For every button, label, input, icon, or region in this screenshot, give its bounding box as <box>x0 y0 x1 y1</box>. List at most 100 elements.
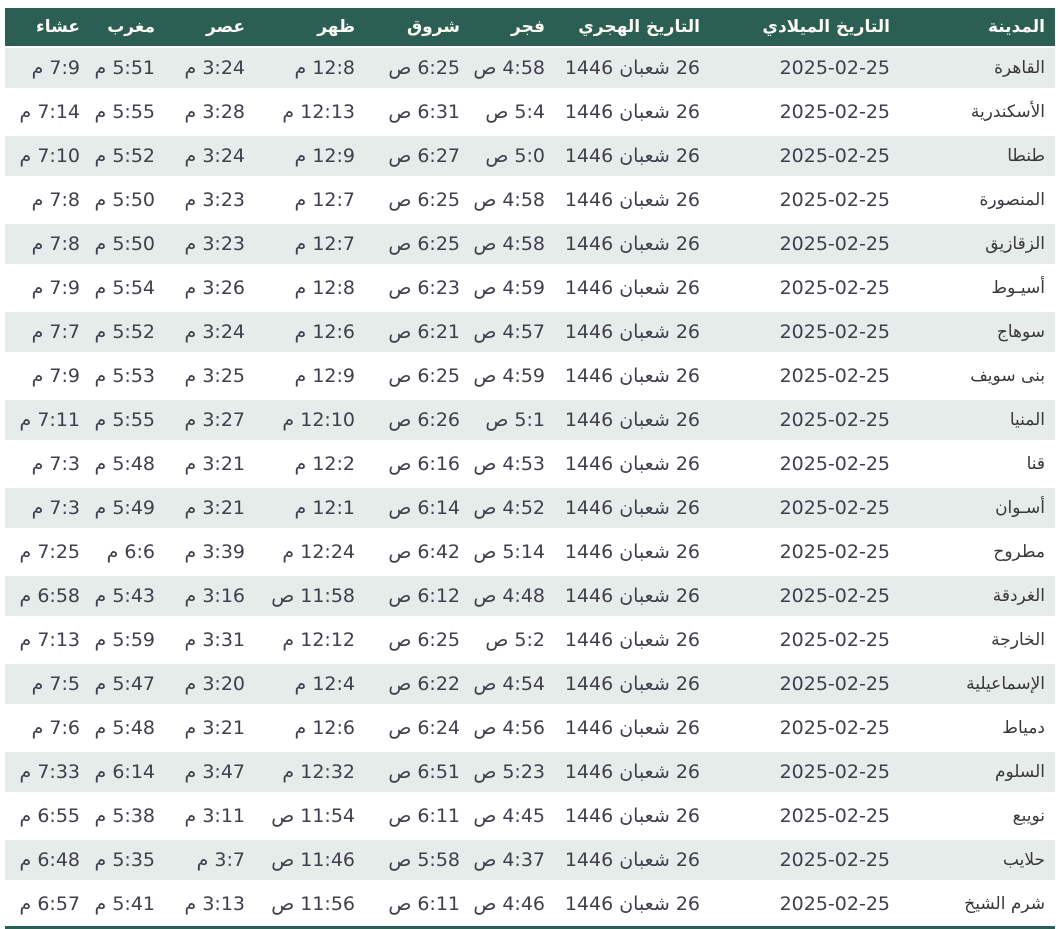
table-row: نويبع 2025-02-25 26 شعبان 1446 4:45 ص 6:11 ص… <box>5 794 1055 838</box>
cell-fajr: 5:0 ص <box>470 134 555 178</box>
cell-isha: 7:3 م <box>5 442 90 486</box>
cell-dhuhr: 12:24 م <box>255 530 365 574</box>
table-row: الأسكندرية 2025-02-25 26 شعبان 1446 5:4 ص 6:… <box>5 90 1055 134</box>
cell-dhuhr: 11:54 ص <box>255 794 365 838</box>
cell-fajr: 4:45 ص <box>470 794 555 838</box>
cell-gregorian: 2025-02-25 <box>710 134 900 178</box>
cell-dhuhr: 12:9 م <box>255 354 365 398</box>
cell-city: السلوم <box>900 750 1055 794</box>
cell-gregorian: 2025-02-25 <box>710 354 900 398</box>
cell-gregorian: 2025-02-25 <box>710 310 900 354</box>
cell-maghrib: 5:49 م <box>90 486 165 530</box>
table-row: الخارجة 2025-02-25 26 شعبان 1446 5:2 ص 6:25 … <box>5 618 1055 662</box>
cell-maghrib: 5:43 م <box>90 574 165 618</box>
cell-asr: 3:24 م <box>165 46 255 90</box>
cell-dhuhr: 12:6 م <box>255 310 365 354</box>
cell-dhuhr: 12:12 م <box>255 618 365 662</box>
header-row: المدينة التاريخ الميلادي التاريخ الهجري … <box>5 8 1055 46</box>
cell-asr: 3:21 م <box>165 486 255 530</box>
header-city: المدينة <box>900 8 1055 46</box>
cell-fajr: 4:59 ص <box>470 266 555 310</box>
header-isha: عشاء <box>5 8 90 46</box>
cell-gregorian: 2025-02-25 <box>710 794 900 838</box>
cell-isha: 6:57 م <box>5 882 90 926</box>
cell-isha: 7:9 م <box>5 354 90 398</box>
cell-city: القاهرة <box>900 46 1055 90</box>
cell-fajr: 4:59 ص <box>470 354 555 398</box>
cell-sunrise: 6:11 ص <box>365 882 470 926</box>
header-dhuhr: ظهر <box>255 8 365 46</box>
cell-maghrib: 6:14 م <box>90 750 165 794</box>
cell-isha: 7:14 م <box>5 90 90 134</box>
cell-gregorian: 2025-02-25 <box>710 178 900 222</box>
cell-maghrib: 5:50 م <box>90 222 165 266</box>
cell-fajr: 5:2 ص <box>470 618 555 662</box>
table-row: حلايب 2025-02-25 26 شعبان 1446 4:37 ص 5:58 ص… <box>5 838 1055 882</box>
cell-hijri: 26 شعبان 1446 <box>555 442 710 486</box>
cell-dhuhr: 12:4 م <box>255 662 365 706</box>
cell-gregorian: 2025-02-25 <box>710 882 900 926</box>
cell-fajr: 4:58 ص <box>470 222 555 266</box>
cell-asr: 3:26 م <box>165 266 255 310</box>
cell-isha: 6:55 م <box>5 794 90 838</box>
cell-asr: 3:7 م <box>165 838 255 882</box>
cell-city: أسيـوط <box>900 266 1055 310</box>
header-gregorian-date: التاريخ الميلادي <box>710 8 900 46</box>
cell-gregorian: 2025-02-25 <box>710 442 900 486</box>
cell-sunrise: 6:14 ص <box>365 486 470 530</box>
cell-dhuhr: 12:10 م <box>255 398 365 442</box>
cell-sunrise: 6:25 ص <box>365 618 470 662</box>
cell-hijri: 26 شعبان 1446 <box>555 838 710 882</box>
table-row: المنيا 2025-02-25 26 شعبان 1446 5:1 ص 6:26 ص… <box>5 398 1055 442</box>
cell-fajr: 4:52 ص <box>470 486 555 530</box>
cell-fajr: 4:57 ص <box>470 310 555 354</box>
cell-isha: 7:10 م <box>5 134 90 178</box>
cell-sunrise: 6:24 ص <box>365 706 470 750</box>
cell-hijri: 26 شعبان 1446 <box>555 134 710 178</box>
table-row: بنى سويف 2025-02-25 26 شعبان 1446 4:59 ص 6:2… <box>5 354 1055 398</box>
table-row: أسيـوط 2025-02-25 26 شعبان 1446 4:59 ص 6:23 … <box>5 266 1055 310</box>
cell-city: حلايب <box>900 838 1055 882</box>
cell-sunrise: 6:25 ص <box>365 354 470 398</box>
cell-gregorian: 2025-02-25 <box>710 530 900 574</box>
cell-sunrise: 6:11 ص <box>365 794 470 838</box>
cell-asr: 3:24 م <box>165 134 255 178</box>
cell-gregorian: 2025-02-25 <box>710 46 900 90</box>
cell-dhuhr: 12:7 م <box>255 178 365 222</box>
cell-isha: 6:58 م <box>5 574 90 618</box>
table-row: السلوم 2025-02-25 26 شعبان 1446 5:23 ص 6:51 … <box>5 750 1055 794</box>
cell-sunrise: 6:21 ص <box>365 310 470 354</box>
cell-maghrib: 5:55 م <box>90 90 165 134</box>
header-sunrise: شروق <box>365 8 470 46</box>
cell-asr: 3:27 م <box>165 398 255 442</box>
cell-asr: 3:23 م <box>165 178 255 222</box>
cell-hijri: 26 شعبان 1446 <box>555 222 710 266</box>
cell-gregorian: 2025-02-25 <box>710 618 900 662</box>
cell-gregorian: 2025-02-25 <box>710 266 900 310</box>
cell-isha: 7:33 م <box>5 750 90 794</box>
header-maghrib: مغرب <box>90 8 165 46</box>
cell-gregorian: 2025-02-25 <box>710 750 900 794</box>
cell-dhuhr: 12:2 م <box>255 442 365 486</box>
cell-fajr: 4:58 ص <box>470 46 555 90</box>
cell-isha: 7:6 م <box>5 706 90 750</box>
cell-sunrise: 6:26 ص <box>365 398 470 442</box>
cell-asr: 3:21 م <box>165 706 255 750</box>
cell-isha: 6:48 م <box>5 838 90 882</box>
cell-hijri: 26 شعبان 1446 <box>555 486 710 530</box>
cell-gregorian: 2025-02-25 <box>710 398 900 442</box>
cell-city: المنيا <box>900 398 1055 442</box>
cell-dhuhr: 12:1 م <box>255 486 365 530</box>
cell-dhuhr: 11:56 ص <box>255 882 365 926</box>
cell-maghrib: 5:38 م <box>90 794 165 838</box>
cell-sunrise: 6:23 ص <box>365 266 470 310</box>
cell-hijri: 26 شعبان 1446 <box>555 662 710 706</box>
cell-isha: 7:11 م <box>5 398 90 442</box>
cell-city: سوهاج <box>900 310 1055 354</box>
table-body: القاهرة 2025-02-25 26 شعبان 1446 4:58 ص 6:25… <box>5 46 1055 926</box>
cell-city: أسـوان <box>900 486 1055 530</box>
cell-dhuhr: 12:6 م <box>255 706 365 750</box>
table-row: الغردقة 2025-02-25 26 شعبان 1446 4:48 ص 6:12… <box>5 574 1055 618</box>
cell-sunrise: 6:16 ص <box>365 442 470 486</box>
cell-fajr: 4:53 ص <box>470 442 555 486</box>
